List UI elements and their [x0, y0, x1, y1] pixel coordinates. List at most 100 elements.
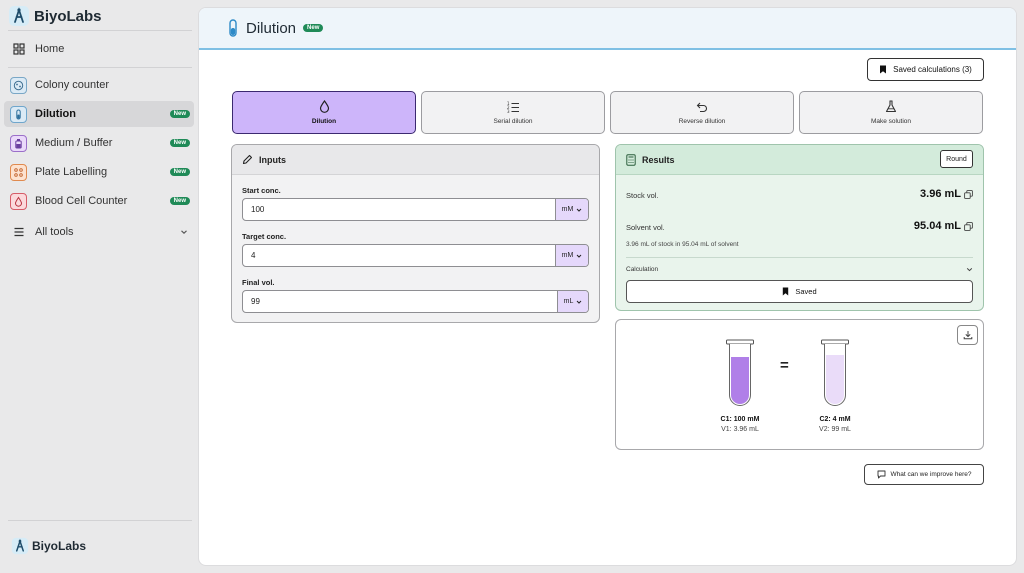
- solvent-vol-value: 95.04 mL: [913, 220, 961, 232]
- new-badge: New: [303, 24, 324, 32]
- test-tube-icon: [10, 105, 27, 123]
- stock-tube-liquid: [731, 357, 749, 404]
- test-tube-icon: [227, 19, 239, 37]
- unit-label: mL: [563, 298, 574, 305]
- sidebar-item-all-tools[interactable]: All tools: [4, 219, 194, 245]
- menu-icon: [10, 224, 27, 241]
- stock-tube-title: C1: 100 mM: [720, 416, 760, 423]
- new-badge: New: [169, 197, 190, 205]
- sidebar-item-plate-labelling[interactable]: Plate Labelling New: [4, 159, 194, 185]
- new-badge: New: [169, 110, 190, 118]
- target-tube-graphic: [821, 339, 849, 406]
- saved-button[interactable]: Saved: [626, 280, 973, 303]
- target-tube-liquid: [826, 355, 844, 404]
- sidebar-divider: [8, 520, 192, 521]
- download-button[interactable]: [957, 325, 978, 345]
- footer-brand[interactable]: BiyoLabs: [11, 537, 86, 555]
- svg-text:3: 3: [507, 109, 510, 113]
- stock-vol-value: 3.96 mL: [920, 188, 961, 200]
- final-vol-value[interactable]: 99: [243, 291, 557, 312]
- target-conc-field[interactable]: 4 mM: [242, 244, 589, 267]
- saved-calculations-button[interactable]: Saved calculations (3): [867, 58, 984, 81]
- tab-reverse-dilution[interactable]: Reverse dilution: [610, 91, 794, 134]
- chevron-down-icon: [576, 207, 582, 213]
- target-tube-volume: V2: 99 mL: [819, 426, 851, 433]
- new-badge: New: [169, 139, 190, 147]
- grid-icon: [10, 41, 27, 58]
- dilution-visual-card: = C1: 100 mM V1: 3.96 mL C2: 4 mM V2: 99…: [615, 319, 984, 450]
- sidebar-item-label: Dilution: [35, 108, 76, 120]
- inputs-card: Inputs Start conc. 100 mM Target conc. 4…: [231, 144, 600, 323]
- tab-make-solution[interactable]: Make solution: [799, 91, 983, 134]
- target-conc-label: Target conc.: [242, 232, 287, 241]
- bottle-icon: [10, 134, 27, 152]
- sidebar-item-label: Blood Cell Counter: [35, 195, 128, 207]
- brand-name: BiyoLabs: [34, 7, 102, 25]
- sidebar-item-label: Medium / Buffer: [35, 137, 113, 149]
- petri-dish-icon: [10, 76, 27, 94]
- sidebar-item-label: Plate Labelling: [35, 166, 108, 178]
- brand-name: BiyoLabs: [32, 539, 87, 553]
- results-header: Results Round: [616, 145, 983, 175]
- feedback-label: What can we improve here?: [890, 471, 972, 478]
- sidebar-divider: [8, 30, 192, 31]
- start-conc-value[interactable]: 100: [243, 199, 555, 220]
- droplet-icon: [319, 100, 330, 113]
- tab-serial-dilution[interactable]: 123 Serial dilution: [421, 91, 605, 134]
- sidebar-item-blood-cell-counter[interactable]: Blood Cell Counter New: [4, 188, 194, 214]
- final-vol-field[interactable]: 99 mL: [242, 290, 589, 313]
- numbered-list-icon: 123: [507, 101, 520, 113]
- chevron-down-icon: [180, 228, 188, 236]
- stock-vol-label: Stock vol.: [626, 191, 659, 200]
- copy-icon[interactable]: [964, 222, 973, 231]
- sidebar-item-label: Home: [35, 43, 65, 55]
- results-title: Results: [642, 154, 675, 165]
- unit-label: mM: [561, 252, 574, 259]
- calculator-icon: [626, 153, 636, 166]
- tab-label: Reverse dilution: [678, 117, 726, 125]
- well-plate-icon: [10, 163, 27, 181]
- start-conc-unit-select[interactable]: mM: [555, 199, 588, 220]
- tab-dilution[interactable]: Dilution: [232, 91, 416, 134]
- main-panel: Dilution New Saved calculations (3) Dilu…: [198, 7, 1017, 566]
- sidebar-item-label: Colony counter: [35, 79, 109, 91]
- calculation-label: Calculation: [626, 265, 659, 273]
- equals-sign: =: [780, 357, 789, 374]
- calculation-expander[interactable]: Calculation: [626, 263, 973, 275]
- start-conc-field[interactable]: 100 mM: [242, 198, 589, 221]
- sidebar-divider: [8, 67, 192, 68]
- target-tube-title: C2: 4 mM: [819, 416, 851, 423]
- chevron-down-icon: [576, 253, 582, 259]
- flask-icon: [885, 100, 897, 113]
- sidebar-item-colony-counter[interactable]: Colony counter: [4, 72, 194, 98]
- sidebar-item-label: All tools: [35, 226, 74, 238]
- tab-label: Make solution: [870, 118, 912, 125]
- brand-logo[interactable]: BiyoLabs: [8, 5, 102, 27]
- bookmark-icon: [782, 287, 789, 296]
- results-card: Results Round Stock vol. 3.96 mL Solvent…: [615, 144, 984, 311]
- undo-arrow-icon: [696, 101, 708, 113]
- sidebar: BiyoLabs Home Colony counter Dilution Ne…: [0, 0, 198, 573]
- results-summary: 3.96 mL of stock in 95.04 mL of solvent: [626, 241, 739, 248]
- page-title: Dilution: [246, 19, 297, 37]
- target-conc-value[interactable]: 4: [243, 245, 555, 266]
- inputs-header: Inputs: [232, 145, 599, 175]
- sidebar-item-home[interactable]: Home: [4, 36, 194, 62]
- target-conc-unit-select[interactable]: mM: [555, 245, 588, 266]
- inputs-title: Inputs: [259, 154, 286, 165]
- copy-icon[interactable]: [964, 190, 973, 199]
- sidebar-item-dilution[interactable]: Dilution New: [4, 101, 194, 127]
- chat-bubble-icon: [877, 470, 886, 479]
- feedback-button[interactable]: What can we improve here?: [864, 464, 984, 485]
- round-button[interactable]: Round: [940, 150, 973, 168]
- stock-tube-volume: V1: 3.96 mL: [721, 426, 759, 433]
- sidebar-item-medium-buffer[interactable]: Medium / Buffer New: [4, 130, 194, 156]
- tab-label: Dilution: [311, 118, 337, 125]
- saved-label: Saved: [795, 287, 817, 296]
- chevron-down-icon: [966, 266, 973, 273]
- final-vol-unit-select[interactable]: mL: [557, 291, 588, 312]
- saved-calculations-label: Saved calculations (3): [893, 65, 972, 74]
- bookmark-icon: [879, 65, 887, 74]
- blood-drop-icon: [10, 192, 27, 210]
- stock-tube-graphic: [726, 339, 754, 406]
